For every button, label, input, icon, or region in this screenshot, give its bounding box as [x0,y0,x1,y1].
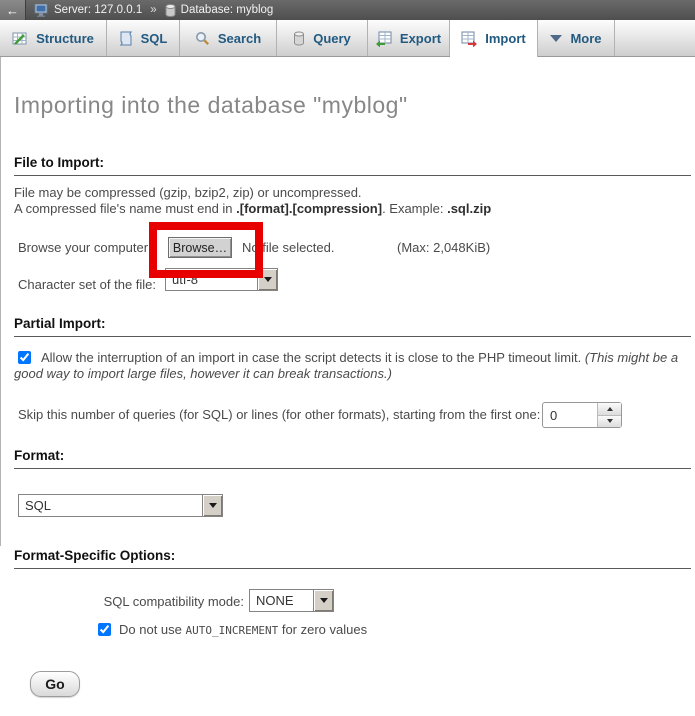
server-icon [34,4,49,17]
skip-queries-spinner [542,402,622,428]
go-button[interactable]: Go [30,671,80,697]
auto-increment-label: Do not use AUTO_INCREMENT for zero value… [119,622,367,637]
allow-interruption-checkbox[interactable] [18,351,31,364]
page-title: Importing into the database "myblog" [14,92,408,119]
section-heading-partial-import: Partial Import: [14,316,691,337]
tabbar-divider [0,56,695,57]
search-icon [195,31,210,46]
autoinc-prefix: Do not use [119,622,186,637]
allow-interruption-text: Allow the interruption of an import in c… [41,350,585,365]
breadcrumb-separator: » [150,4,156,16]
charset-select-value: utf-8 [166,269,257,290]
line2-format-pattern: .[format].[compression] [236,201,382,216]
section-heading-format: Format: [14,448,691,469]
format-select[interactable]: SQL [18,494,223,517]
sql-icon [119,31,133,47]
section-heading-format-options: Format-Specific Options: [14,548,691,569]
export-icon [376,31,392,47]
database-icon [165,4,176,17]
spinner-down-button[interactable] [598,416,621,428]
tab-more[interactable]: More [538,20,615,57]
tab-structure[interactable]: Structure [0,20,107,57]
breadcrumb-server-link[interactable]: Server: 127.0.0.1 [54,4,142,16]
auto-increment-row: Do not use AUTO_INCREMENT for zero value… [98,622,367,637]
back-arrow-icon: ← [6,3,19,18]
tab-sql[interactable]: SQL [107,20,180,57]
tab-bar: Structure SQL Search Query Export [0,20,695,57]
spinner-up-button[interactable] [598,403,621,416]
allow-interruption-row: Allow the interruption of an import in c… [14,350,690,382]
content-left-border [0,57,1,546]
tab-query[interactable]: Query [277,20,368,57]
browse-button[interactable]: Browse… [168,237,232,258]
tab-label: Structure [36,31,94,46]
autoinc-suffix: for zero values [278,622,367,637]
dropdown-arrow-icon[interactable] [313,590,333,611]
tab-label: More [570,31,601,46]
tab-label: Export [400,31,441,46]
sql-compatibility-label: SQL compatibility mode: [14,594,244,609]
back-button[interactable]: ← [0,0,26,20]
chevron-down-icon [550,35,562,42]
tab-export[interactable]: Export [368,20,450,57]
compression-info-line1: File may be compressed (gzip, bzip2, zip… [14,185,362,200]
tab-search[interactable]: Search [180,20,277,57]
structure-icon [12,31,28,47]
breadcrumb-bar: ← Server: 127.0.0.1 » Database: myblog [0,0,695,20]
spinner-up-icon [607,407,613,411]
sql-compatibility-select[interactable]: NONE [249,589,334,612]
compression-info-line2: A compressed file's name must end in .[f… [14,201,491,216]
breadcrumb: Server: 127.0.0.1 » Database: myblog [34,4,273,17]
tab-label: Search [218,31,261,46]
line2-prefix: A compressed file's name must end in [14,201,236,216]
section-heading-file-to-import: File to Import: [14,155,691,176]
line2-example: .sql.zip [447,201,491,216]
query-icon [293,31,305,46]
format-select-value: SQL [19,495,202,516]
autoinc-code: AUTO_INCREMENT [186,624,279,637]
spinner-buttons [597,403,621,427]
dropdown-arrow-icon[interactable] [257,269,277,290]
breadcrumb-database-link[interactable]: Database: myblog [181,4,274,16]
skip-queries-label: Skip this number of queries (for SQL) or… [18,407,540,422]
import-icon [461,31,477,47]
max-size-text: (Max: 2,048KiB) [397,240,490,255]
tab-import[interactable]: Import [450,20,538,57]
spinner-down-icon [607,419,613,423]
sql-compatibility-value: NONE [250,590,313,611]
browse-computer-label: Browse your computer: [18,240,152,255]
auto-increment-checkbox[interactable] [98,623,111,636]
no-file-selected-text: No file selected. [242,240,335,255]
skip-queries-input[interactable] [543,403,597,427]
tab-label: Import [485,31,525,46]
charset-select[interactable]: utf-8 [165,268,278,291]
charset-label: Character set of the file: [18,277,156,292]
tab-label: SQL [141,31,168,46]
line2-mid: . Example: [382,201,447,216]
dropdown-arrow-icon[interactable] [202,495,222,516]
tab-label: Query [313,31,351,46]
